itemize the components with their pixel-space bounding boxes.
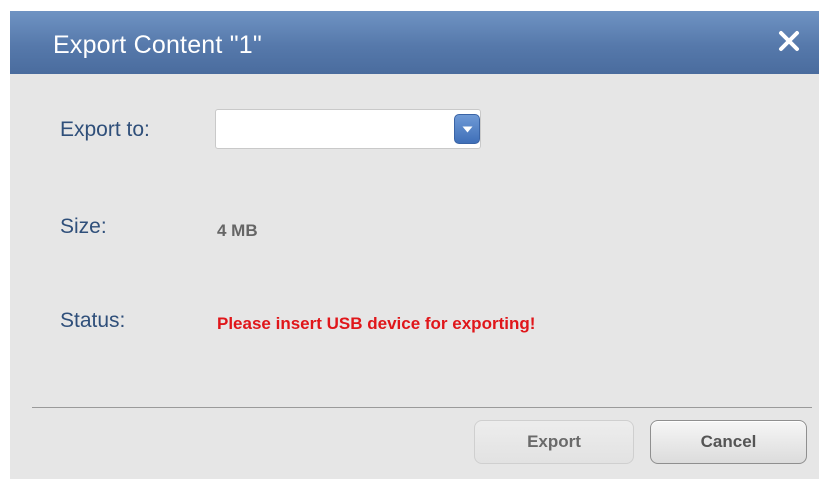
status-message: Please insert USB device for exporting! bbox=[217, 314, 536, 333]
footer-divider bbox=[32, 407, 812, 408]
export-to-label: Export to: bbox=[60, 118, 150, 141]
status-label: Status: bbox=[60, 309, 126, 332]
export-button[interactable]: Export bbox=[474, 420, 634, 464]
cancel-button[interactable]: Cancel bbox=[650, 420, 807, 464]
size-label: Size: bbox=[60, 215, 107, 238]
size-value: 4 MB bbox=[217, 221, 258, 240]
dialog-title: Export Content "1" bbox=[53, 31, 262, 59]
chevron-down-icon bbox=[462, 126, 473, 133]
close-icon bbox=[779, 31, 799, 51]
export-to-select[interactable] bbox=[215, 109, 481, 149]
export-content-dialog: Export Content "1" Export to: Size: 4 MB… bbox=[10, 11, 819, 479]
close-button[interactable] bbox=[773, 25, 805, 57]
export-to-dropdown-button[interactable] bbox=[454, 114, 480, 144]
dialog-titlebar: Export Content "1" bbox=[10, 11, 819, 74]
